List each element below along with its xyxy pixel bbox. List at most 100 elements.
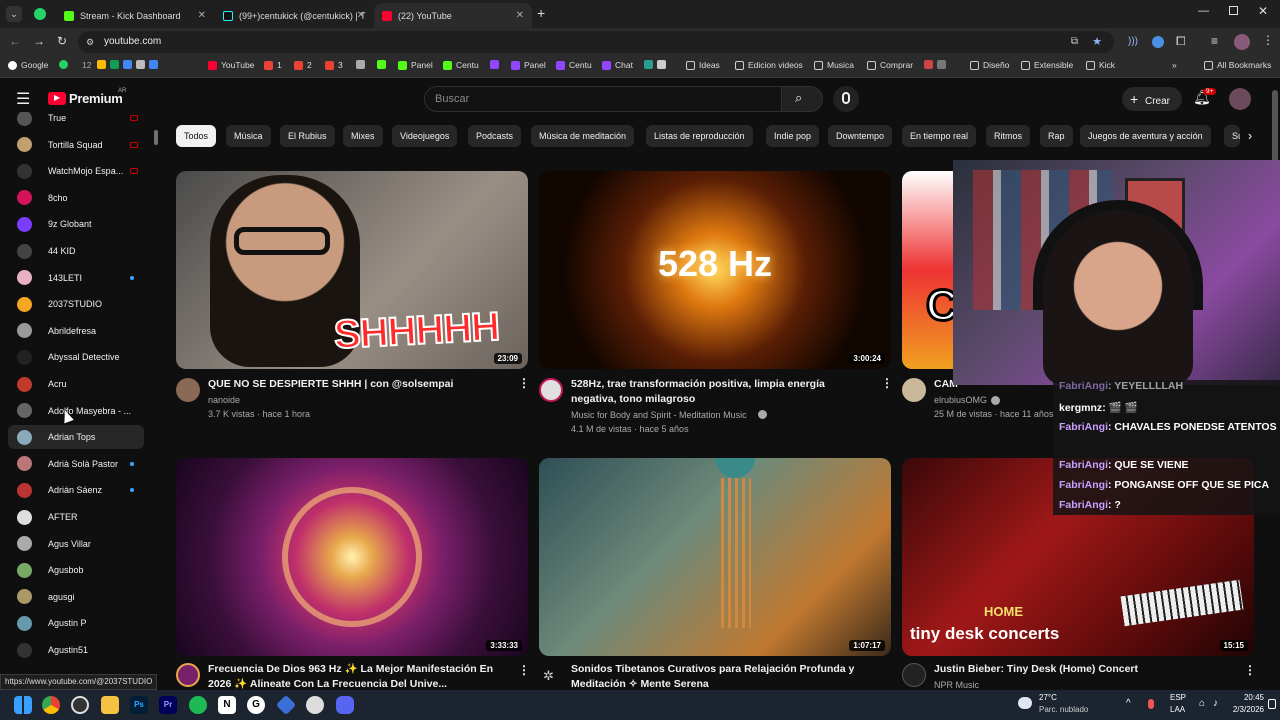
bookmark-gmail-3[interactable]: 3 — [325, 60, 343, 70]
bookmark-youtube[interactable]: YouTube — [208, 60, 254, 70]
notification-center-icon[interactable] — [1268, 699, 1276, 709]
filter-chip[interactable]: Listas de reproducción — [646, 125, 753, 147]
tab-youtube[interactable]: (22) YouTube ✕ — [374, 3, 532, 28]
bookmark-twitch[interactable] — [490, 60, 503, 69]
bookmark-extra[interactable] — [644, 60, 670, 69]
bookmark-twitch-panel[interactable]: Panel — [511, 60, 546, 70]
bookmark-gmail-1[interactable]: 1 — [264, 60, 282, 70]
filter-chip[interactable]: Música de meditación — [531, 125, 635, 147]
app-g-icon[interactable]: G — [247, 696, 265, 714]
sidebar-channel-item[interactable]: 2037STUDIO — [8, 292, 144, 316]
channel-name[interactable]: Music for Body and Spirit - Meditation M… — [571, 408, 747, 422]
chips-next-button[interactable]: › — [1238, 124, 1262, 148]
reading-list-icon[interactable]: ≡ — [1211, 34, 1218, 48]
bookmark-folder-ideas[interactable]: Ideas — [686, 60, 720, 70]
reload-icon[interactable]: ↻ — [57, 34, 67, 48]
channel-icon[interactable]: ✲ — [543, 668, 554, 684]
spotify-icon[interactable] — [189, 696, 207, 714]
filter-chip[interactable]: Indie pop — [766, 125, 820, 147]
windows-start-icon[interactable] — [14, 696, 32, 714]
extension-shield-icon[interactable] — [1152, 36, 1164, 48]
account-avatar[interactable] — [1229, 88, 1251, 110]
filter-chip[interactable]: Rap — [1040, 125, 1073, 147]
bookmarks-overflow-icon[interactable]: » — [1172, 60, 1177, 70]
maximize-button[interactable] — [1229, 6, 1238, 15]
filter-chip[interactable]: Podcasts — [468, 125, 522, 147]
video-title[interactable]: Sonidos Tibetanos Curativos para Relajac… — [571, 662, 871, 690]
bookmark-star-icon[interactable]: ★ — [1092, 31, 1102, 53]
profile-avatar[interactable] — [1234, 34, 1250, 50]
video-thumbnail[interactable]: SHHHHH 23:09 — [176, 171, 528, 369]
sidebar-scrollbar[interactable] — [154, 130, 158, 145]
sidebar-channel-item[interactable]: Agusbob — [8, 558, 144, 582]
create-button[interactable]: + Crear — [1122, 87, 1182, 111]
bookmark-folder-kick[interactable]: Kick — [1086, 60, 1115, 70]
sidebar-channel-item[interactable]: AFTER — [8, 505, 144, 529]
close-icon[interactable]: ✕ — [357, 10, 365, 21]
sidebar-channel-item[interactable]: 8cho — [8, 186, 144, 210]
voice-search-button[interactable] — [833, 86, 859, 112]
tray-chevron-icon[interactable]: ^ — [1126, 698, 1131, 709]
sidebar-channel-item[interactable]: Tortilla Squad — [8, 133, 144, 157]
filter-chip[interactable]: Su — [1224, 125, 1240, 147]
sidebar-channel-item[interactable]: 9z Globant — [8, 212, 144, 236]
app-circle-icon[interactable] — [306, 696, 324, 714]
tab-tiktok[interactable]: (99+)centukick (@centukick) | T ✕ — [215, 3, 373, 28]
filter-chip[interactable]: Música — [226, 125, 271, 147]
bookmark-kick-centu[interactable]: Centu — [443, 60, 479, 70]
bookmark-folder-musica[interactable]: Musica — [814, 60, 854, 70]
video-title[interactable]: 528Hz, trae transformación positiva, lim… — [571, 377, 871, 407]
browser-menu-icon[interactable]: ⋮ — [1262, 33, 1274, 47]
bookmark-sheets[interactable] — [97, 60, 162, 69]
video-title[interactable]: Justin Bieber: Tiny Desk (Home) Concert — [934, 662, 1234, 677]
bookmark-folder-comprar[interactable]: Comprar — [867, 60, 913, 70]
discord-icon[interactable] — [336, 696, 354, 714]
channel-avatar[interactable] — [539, 378, 563, 402]
filter-chip[interactable]: Ritmos — [986, 125, 1031, 147]
weather-icon[interactable] — [1018, 697, 1032, 709]
sidebar-channel-item[interactable]: Abrildefresa — [8, 319, 144, 343]
all-bookmarks[interactable]: All Bookmarks — [1204, 60, 1271, 70]
close-icon[interactable]: ✕ — [516, 10, 524, 21]
extensions-icon[interactable]: ⧠ — [1176, 34, 1186, 49]
sidebar-channel-item[interactable]: Adolfo Masyebra - ... — [8, 399, 144, 423]
sidebar-channel-item[interactable]: Adrià Solà Pastor — [8, 452, 144, 476]
clock-time[interactable]: 20:45 — [1220, 693, 1264, 702]
channel-name[interactable]: nanoide — [208, 393, 240, 407]
filter-chip[interactable]: El Rubius — [280, 125, 335, 147]
sidebar-channel-item[interactable]: Abyssal Detective — [8, 345, 144, 369]
forward-icon[interactable]: → — [33, 34, 45, 48]
bookmark-gmail-2[interactable]: 2 — [294, 60, 312, 70]
whatsapp-icon[interactable] — [34, 8, 46, 20]
sidebar-channel-item[interactable]: Agustin P — [8, 611, 144, 635]
page-scrollbar[interactable] — [1272, 90, 1278, 170]
more-actions-icon[interactable]: ⋮ — [881, 376, 893, 390]
search-button[interactable]: ⌕ — [781, 86, 823, 112]
clock-date[interactable]: 2/3/2026 — [1214, 705, 1264, 714]
bookmark-chat[interactable]: Chat — [602, 60, 633, 70]
more-actions-icon[interactable]: ⋮ — [518, 376, 530, 390]
back-icon[interactable]: ← — [9, 34, 21, 48]
bookmark-kick[interactable] — [377, 60, 390, 69]
menu-icon[interactable]: ☰ — [16, 89, 30, 109]
network-icon[interactable]: ⌂ — [1199, 698, 1205, 709]
photoshop-icon[interactable]: Ps — [130, 696, 148, 714]
video-title[interactable]: QUE NO SE DESPIERTE SHHH | con @solsempa… — [208, 377, 508, 392]
sidebar-channel-item[interactable]: Agustin51 — [8, 638, 144, 662]
search-input[interactable]: Buscar — [424, 86, 782, 112]
close-icon[interactable]: ✕ — [198, 10, 206, 21]
channel-avatar[interactable] — [176, 378, 200, 402]
extension-audio-icon[interactable]: ))) — [1128, 36, 1138, 47]
site-info-icon[interactable]: ⚙ — [86, 31, 94, 53]
bookmark-folder-edicion[interactable]: Edicion videos — [735, 60, 803, 70]
file-explorer-icon[interactable] — [101, 696, 119, 714]
filter-chip[interactable]: En tiempo real — [902, 125, 977, 147]
filter-chip[interactable]: Mixes — [343, 125, 383, 147]
sidebar-channel-item[interactable]: Adrián Sáenz — [8, 478, 144, 502]
bookmark-twitch-centu[interactable]: Centu — [556, 60, 592, 70]
sidebar-channel-item[interactable]: Adrian Tops — [8, 425, 144, 450]
tab-search-icon[interactable]: ⌄ — [6, 6, 22, 22]
keyboard-lang[interactable]: ESP — [1170, 693, 1186, 702]
notion-icon[interactable]: N — [218, 696, 236, 714]
bookmark-12[interactable]: 12 — [82, 60, 91, 70]
